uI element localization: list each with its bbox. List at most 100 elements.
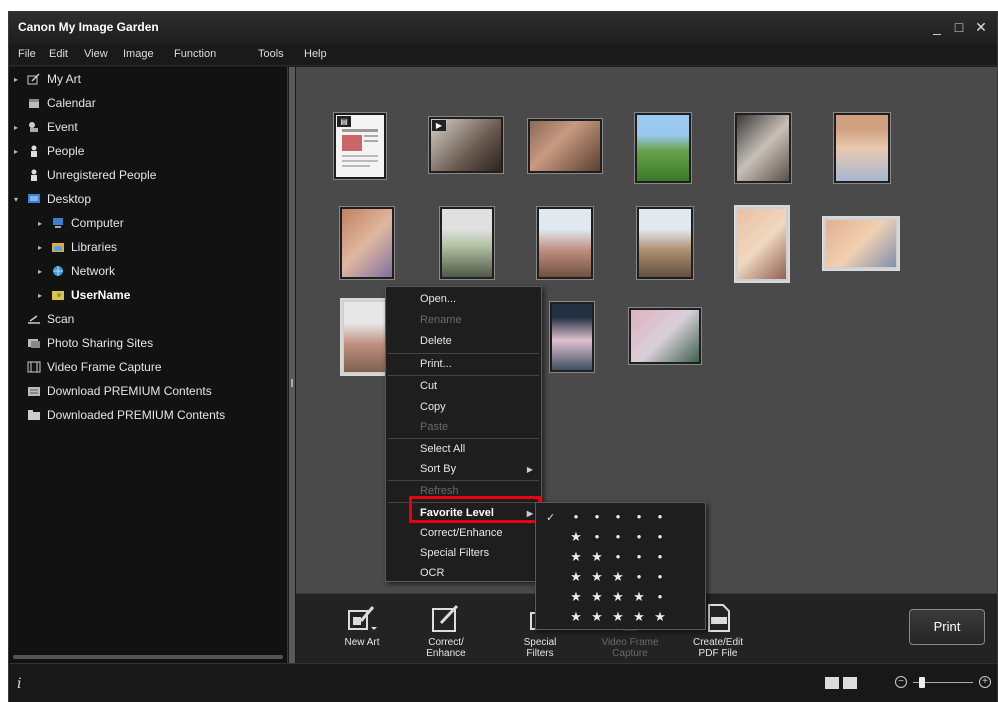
sidebar-item-desktop[interactable]: ▾ Desktop <box>14 188 91 210</box>
menu-item-ocr[interactable]: OCR <box>386 563 541 584</box>
thumbnail-photo[interactable] <box>340 207 394 279</box>
sidebar-item-photo-sharing-sites[interactable]: Photo Sharing Sites <box>26 332 153 354</box>
expand-arrow-icon[interactable]: ▸ <box>38 267 50 276</box>
sidebar-item-downloaded-premium[interactable]: Downloaded PREMIUM Contents <box>26 404 225 426</box>
menu-item-refresh[interactable]: Refresh <box>386 481 541 502</box>
star-icon: ★ <box>570 569 582 584</box>
expand-arrow-icon[interactable]: ▸ <box>14 147 26 156</box>
sidebar-item-scan[interactable]: Scan <box>26 308 74 330</box>
menu-file[interactable]: File <box>18 48 36 60</box>
menu-item-select-all[interactable]: Select All <box>386 439 541 460</box>
menu-item-label: Select All <box>420 443 466 455</box>
menu-function[interactable]: Function <box>174 48 216 60</box>
zoom-slider[interactable]: − + <box>895 676 991 692</box>
correct-enhance-button[interactable]: Correct/ Enhance <box>411 602 481 659</box>
thumbnail-photo-selected[interactable] <box>736 207 788 281</box>
menu-tools[interactable]: Tools <box>258 48 284 60</box>
menu-item-favorite-level[interactable]: Favorite Level ▶ <box>386 503 541 524</box>
menu-item-paste[interactable]: Paste <box>386 417 541 438</box>
sidebar-scrollbar[interactable] <box>13 655 283 659</box>
close-icon[interactable]: ✕ <box>973 18 989 36</box>
favorite-level-5[interactable]: ★ ★ ★ ★ ★ <box>536 607 705 627</box>
sidebar-item-libraries[interactable]: ▸ Libraries <box>38 236 117 258</box>
favorite-level-3[interactable]: ★ ★ ★ • • <box>536 567 705 587</box>
sidebar-item-username[interactable]: ▸ UserName <box>38 284 130 306</box>
sidebar-item-video-frame-capture[interactable]: Video Frame Capture <box>26 356 162 378</box>
thumbnail-photo[interactable] <box>440 207 494 279</box>
menu-image[interactable]: Image <box>123 48 154 60</box>
favorite-level-2[interactable]: ★ ★ • • • <box>536 547 705 567</box>
sidebar-item-label: Computer <box>71 216 124 230</box>
sidebar-item-people[interactable]: ▸ People <box>14 140 84 162</box>
zoom-in-icon[interactable]: + <box>979 676 991 688</box>
thumbnail-photo[interactable] <box>550 302 594 372</box>
star-icon: ★ <box>570 589 582 604</box>
thumbnail-document[interactable]: ▤ <box>334 113 386 179</box>
new-art-button[interactable]: New Art <box>327 602 397 648</box>
maximize-icon[interactable]: □ <box>951 18 967 36</box>
menu-item-open[interactable]: Open... <box>386 289 541 310</box>
user-folder-icon <box>50 288 66 302</box>
menu-item-cut[interactable]: Cut <box>386 376 541 397</box>
zoom-handle[interactable] <box>919 677 925 688</box>
minimize-icon[interactable]: _ <box>929 18 945 36</box>
star-icon: ★ <box>591 569 603 584</box>
sidebar-item-label: Network <box>71 264 116 278</box>
print-button[interactable]: Print <box>909 609 985 645</box>
menu-item-copy[interactable]: Copy <box>386 397 541 418</box>
correct-enhance-label-line2: Enhance <box>426 648 466 659</box>
thumbnail-video[interactable]: ▶ <box>429 117 503 173</box>
sidebar-item-event[interactable]: ▸ Event <box>14 116 78 138</box>
sidebar-item-network[interactable]: ▸ Network <box>38 260 115 282</box>
sidebar-item-label: Download PREMIUM Contents <box>47 384 212 398</box>
submenu-arrow-icon: ▶ <box>526 465 533 474</box>
dot-icon: • <box>573 509 579 524</box>
star-icon: ★ <box>633 589 645 604</box>
sidebar-item-download-premium[interactable]: Download PREMIUM Contents <box>26 380 212 402</box>
expand-arrow-icon[interactable]: ▸ <box>38 243 50 252</box>
expand-arrow-icon[interactable]: ▸ <box>14 123 26 132</box>
menu-help[interactable]: Help <box>304 48 327 60</box>
thumbnail-photo[interactable] <box>528 119 602 173</box>
menu-item-print[interactable]: Print... <box>386 354 541 375</box>
star-icon: ★ <box>633 609 645 624</box>
menu-item-sort-by[interactable]: Sort By ▶ <box>386 459 541 480</box>
downloaded-premium-icon <box>26 408 42 422</box>
menu-item-special-filters[interactable]: Special Filters <box>386 543 541 564</box>
favorite-level-4[interactable]: ★ ★ ★ ★ • <box>536 587 705 607</box>
app-title: Canon My Image Garden <box>18 20 159 34</box>
thumbnail-photo[interactable] <box>735 113 791 183</box>
details-view-icon[interactable] <box>843 677 857 689</box>
expand-arrow-icon[interactable]: ▸ <box>38 219 50 228</box>
menu-item-rename[interactable]: Rename <box>386 310 541 331</box>
thumbnail-photo[interactable] <box>635 113 691 183</box>
favorite-level-1[interactable]: ★ • • • • <box>536 527 705 547</box>
sidebar-item-label: Downloaded PREMIUM Contents <box>47 408 226 422</box>
menu-edit[interactable]: Edit <box>49 48 68 60</box>
expand-arrow-icon[interactable]: ▸ <box>38 291 50 300</box>
collapse-arrow-icon[interactable]: ▾ <box>14 195 26 204</box>
menu-view[interactable]: View <box>84 48 108 60</box>
info-icon[interactable]: i <box>17 676 21 692</box>
sidebar-item-calendar[interactable]: Calendar <box>26 92 96 114</box>
dot-icon: • <box>657 509 663 524</box>
favorite-level-0[interactable]: ✓ • • • • • <box>536 507 705 527</box>
dot-icon: • <box>636 569 642 584</box>
sidebar-item-my-art[interactable]: ▸ My Art <box>14 68 81 90</box>
check-icon: ✓ <box>546 512 556 524</box>
thumbnail-photo-selected[interactable] <box>824 218 898 269</box>
thumbnail-photo[interactable] <box>629 308 701 364</box>
sidebar-item-computer[interactable]: ▸ Computer <box>38 212 124 234</box>
thumbnail-photo[interactable] <box>537 207 593 279</box>
sidebar-item-unregistered-people[interactable]: Unregistered People <box>26 164 156 186</box>
thumbnail-view-icon[interactable] <box>825 677 839 689</box>
expand-arrow-icon[interactable]: ▸ <box>14 75 26 84</box>
star-icon: ★ <box>612 569 624 584</box>
menu-item-correct-enhance[interactable]: Correct/Enhance <box>386 523 541 544</box>
zoom-out-icon[interactable]: − <box>895 676 907 688</box>
thumbnail-photo[interactable] <box>834 113 890 183</box>
pane-splitter[interactable] <box>289 67 295 663</box>
menu-item-delete[interactable]: Delete <box>386 331 541 352</box>
new-art-icon <box>346 602 378 634</box>
thumbnail-photo[interactable] <box>637 207 693 279</box>
